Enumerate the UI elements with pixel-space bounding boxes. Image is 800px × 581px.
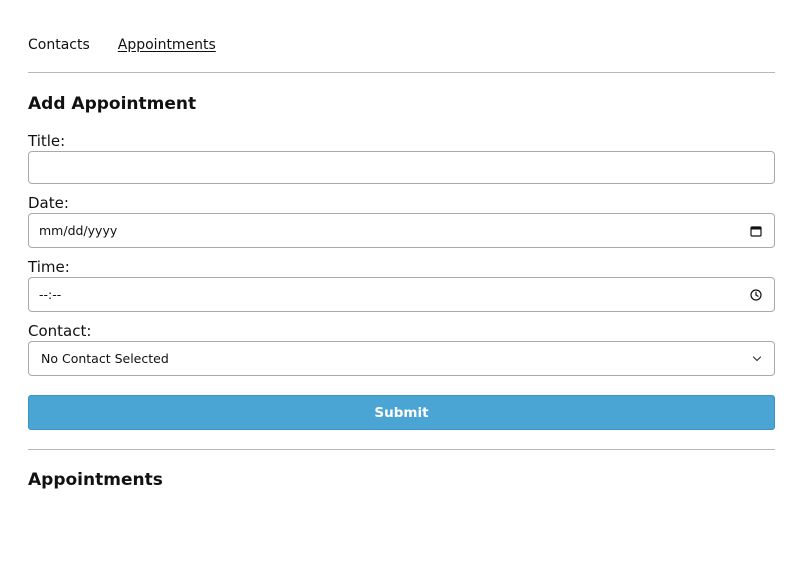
title-label: Title:	[28, 132, 66, 150]
nav-link-contacts[interactable]: Contacts	[28, 37, 90, 53]
contact-select-value: No Contact Selected	[41, 351, 169, 366]
top-divider	[28, 72, 775, 73]
date-input[interactable]: mm/dd/yyyy	[28, 213, 775, 248]
form-heading: Add Appointment	[28, 94, 197, 114]
nav-link-appointments[interactable]: Appointments	[118, 37, 216, 53]
clock-icon[interactable]	[750, 288, 762, 301]
contact-select[interactable]: No Contact Selected	[28, 341, 775, 376]
top-nav: Contacts Appointments	[28, 37, 216, 53]
date-label: Date:	[28, 194, 69, 212]
submit-button[interactable]: Submit	[28, 395, 775, 430]
contact-label: Contact:	[28, 322, 92, 340]
time-label: Time:	[28, 258, 70, 276]
date-input-value: mm/dd/yyyy	[39, 223, 118, 238]
section-divider	[28, 449, 775, 450]
time-input[interactable]: --:--	[28, 277, 775, 312]
chevron-down-icon	[752, 355, 762, 363]
appointments-heading: Appointments	[28, 470, 163, 490]
calendar-icon[interactable]	[750, 225, 762, 237]
time-input-value: --:--	[39, 287, 62, 302]
title-input[interactable]	[28, 151, 775, 184]
